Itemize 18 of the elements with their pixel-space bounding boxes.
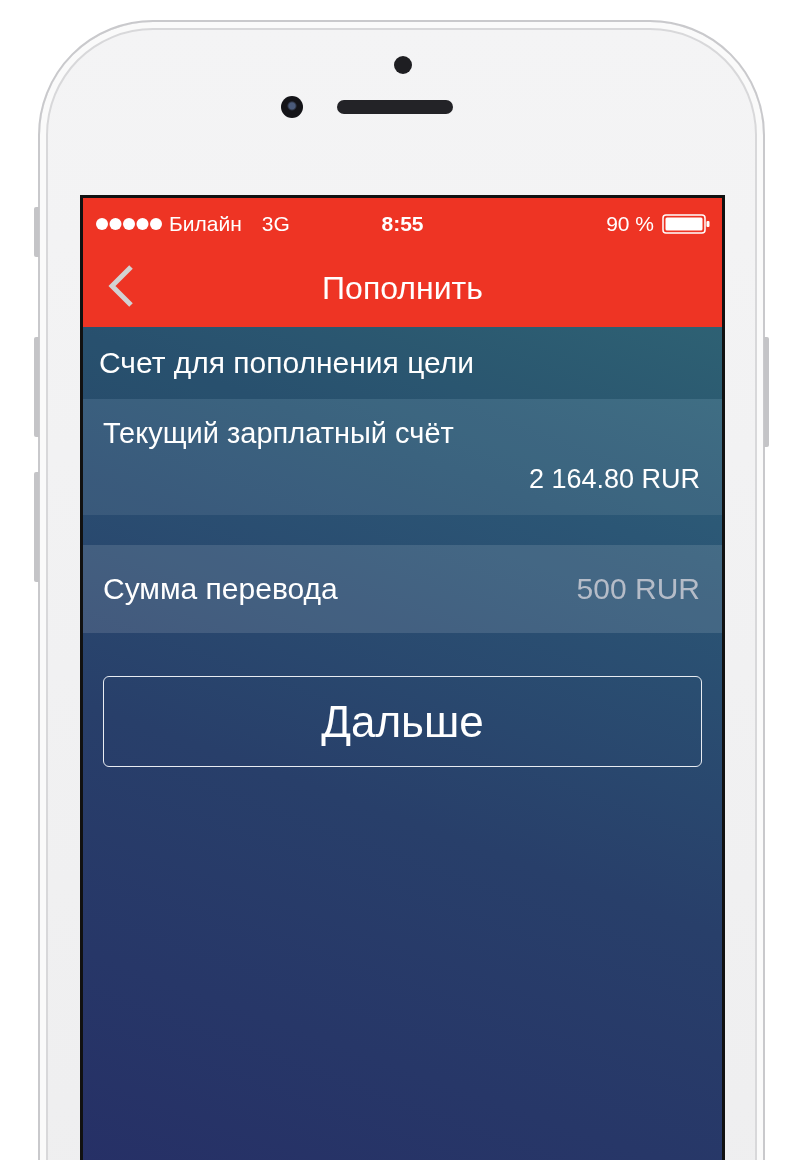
chevron-left-icon: [107, 264, 135, 308]
account-row[interactable]: Текущий зарплатный счёт 2 164.80 RUR: [83, 399, 722, 515]
carrier-name: Билайн: [169, 212, 242, 236]
sensor-dot: [393, 56, 412, 74]
account-name: Текущий зарплатный счёт: [103, 417, 455, 450]
clock-time: 8:55: [381, 212, 424, 236]
battery-percent: 90 %: [606, 212, 654, 236]
back-button[interactable]: [107, 264, 135, 308]
signal-icon: [95, 217, 163, 231]
amount-field[interactable]: 500 RUR: [500, 572, 700, 606]
section-title: Счет для пополнения цели: [99, 346, 474, 380]
screen-title: Пополнить: [322, 270, 483, 307]
amount-label: Сумма перевода: [103, 572, 338, 606]
battery-icon: [662, 214, 710, 234]
next-button[interactable]: Дальше: [103, 676, 702, 767]
network-type: 3G: [261, 212, 290, 236]
camera-icon: [280, 96, 303, 118]
account-balance: 2 164.80 RUR: [528, 464, 700, 495]
